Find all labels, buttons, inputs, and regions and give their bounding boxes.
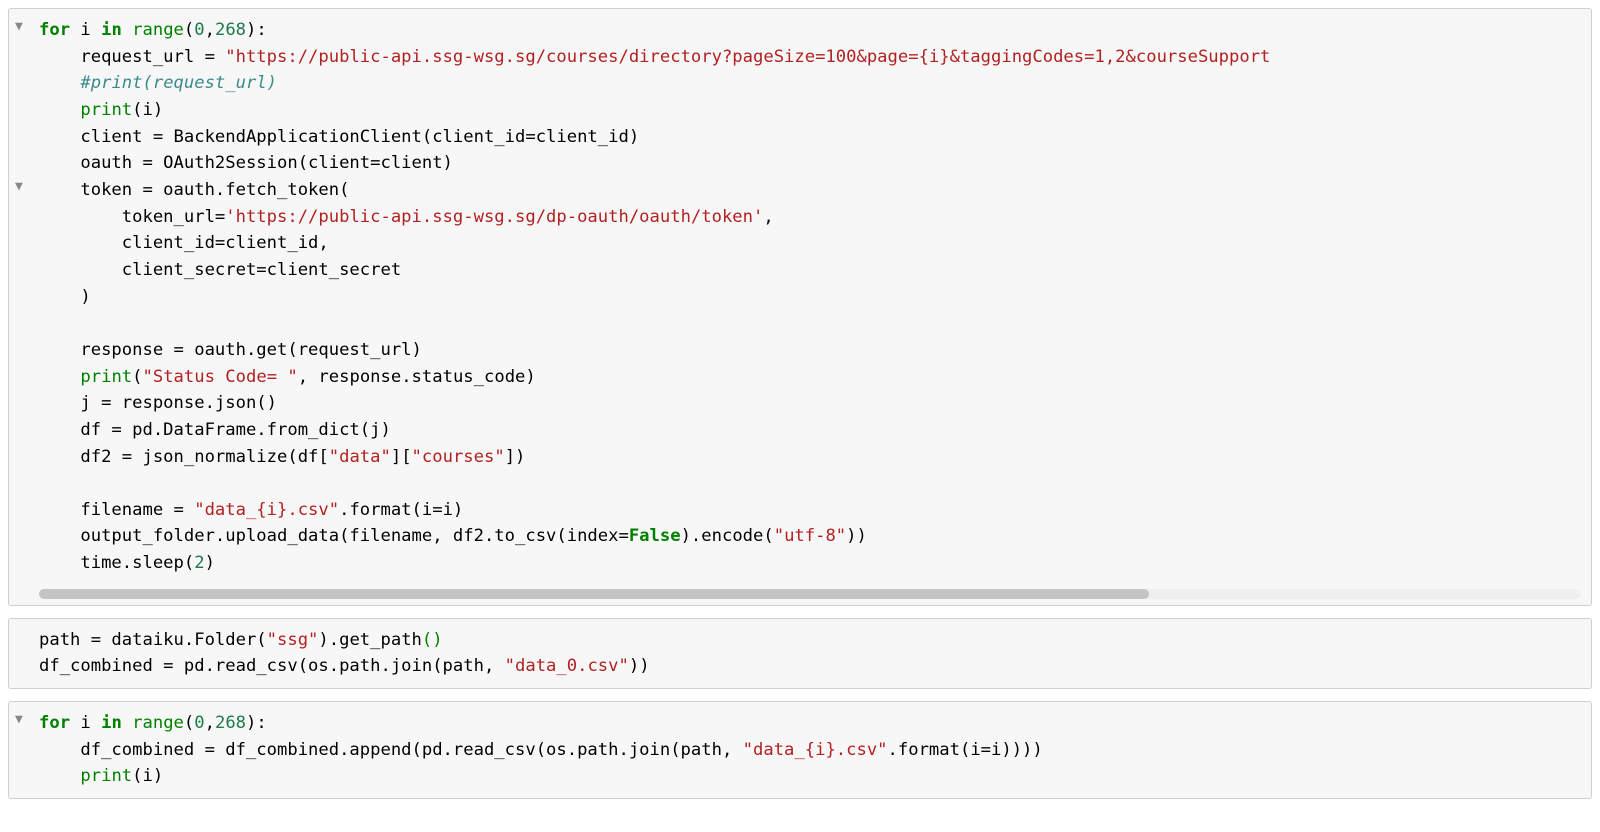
- code-editor[interactable]: path = dataiku.Folder("ssg").get_path() …: [9, 619, 1591, 688]
- code-cell[interactable]: ▼for i in range(0,268): df_combined = df…: [8, 701, 1592, 799]
- code-cell[interactable]: ▼▼for i in range(0,268): request_url = "…: [8, 8, 1592, 606]
- code-editor[interactable]: for i in range(0,268): df_combined = df_…: [9, 702, 1591, 798]
- scroll-thumb[interactable]: [39, 589, 1149, 599]
- code-editor[interactable]: for i in range(0,268): request_url = "ht…: [9, 9, 1591, 585]
- code-cell[interactable]: path = dataiku.Folder("ssg").get_path() …: [8, 618, 1592, 689]
- horizontal-scrollbar[interactable]: [39, 589, 1581, 599]
